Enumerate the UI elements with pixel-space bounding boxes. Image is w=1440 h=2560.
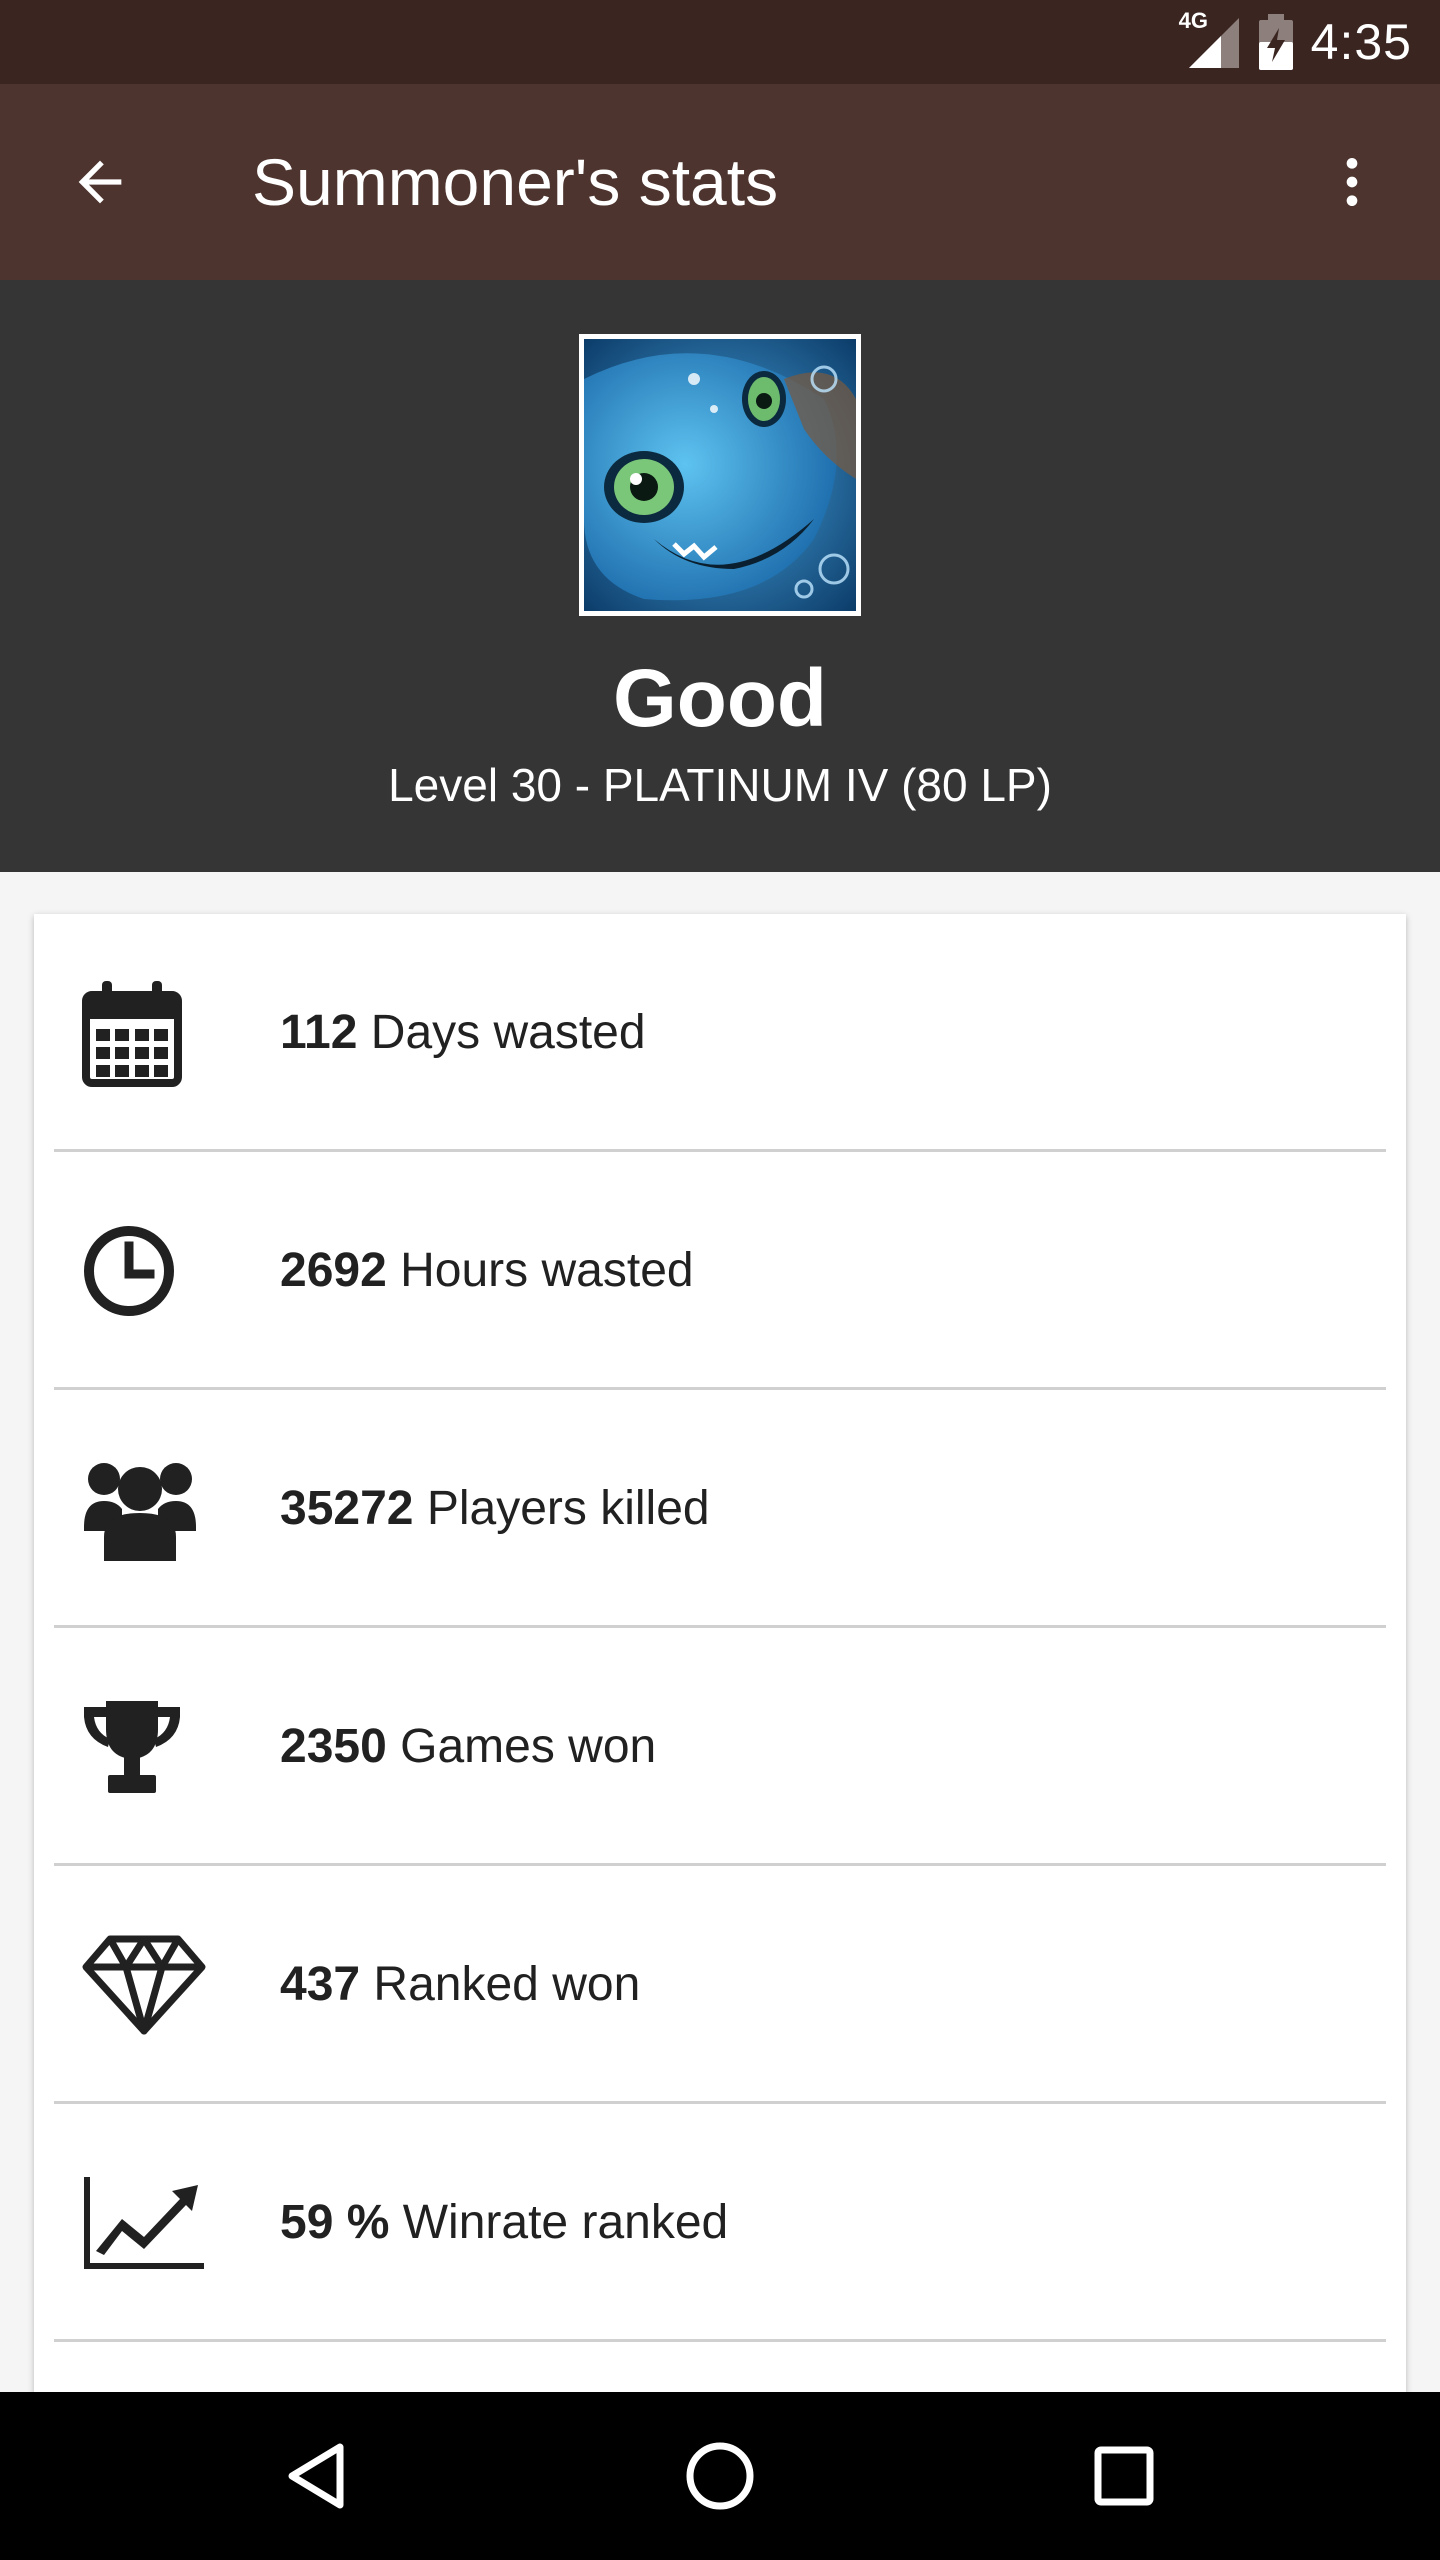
stat-row-winrate-ranked: 59 % Winrate ranked — [34, 2104, 1406, 2342]
stat-row-hours-wasted: 2692 Hours wasted — [34, 1152, 1406, 1390]
stat-row-players-killed: 35272 Players killed — [34, 1390, 1406, 1628]
back-button[interactable] — [52, 134, 148, 230]
system-nav-bar — [0, 2392, 1440, 2560]
battery-icon — [1258, 14, 1293, 70]
nav-home-button[interactable] — [640, 2392, 800, 2560]
clock-icon — [84, 1226, 174, 1316]
trophy-icon — [84, 1701, 180, 1793]
trending-up-icon — [84, 2177, 204, 2269]
arrow-left-icon — [78, 160, 122, 204]
more-vert-icon — [1346, 158, 1358, 206]
stat-label: Winrate ranked — [389, 2196, 729, 2249]
signal-icon: 4G — [1179, 8, 1241, 70]
stat-label: Days wasted — [357, 1006, 646, 1059]
calendar-icon — [82, 981, 182, 1087]
overflow-menu-button[interactable] — [1304, 134, 1400, 230]
stat-label: Hours wasted — [386, 1244, 694, 1297]
status-bar: 4G 4:35 — [0, 0, 1440, 84]
nav-recents-icon — [1094, 2446, 1154, 2506]
summoner-name: Good — [612, 653, 828, 744]
profile-header: Good Level 30 - PLATINUM IV (80 LP) — [0, 280, 1440, 872]
stat-row-ranked-won: 437 Ranked won — [34, 1866, 1406, 2104]
status-time: 4:35 — [1310, 14, 1412, 70]
stat-value: 112 — [280, 1006, 358, 1059]
group-icon — [84, 1463, 196, 1561]
stat-label: Ranked won — [360, 1958, 641, 2011]
stat-row-games-won: 2350 Games won — [34, 1628, 1406, 1866]
divider — [54, 2339, 1386, 2342]
diamond-icon — [82, 1935, 206, 2035]
stats-card: 112 Days wasted 2692 Hours wasted 35272 … — [34, 914, 1406, 2394]
stat-row-days-wasted: 112 Days wasted — [34, 914, 1406, 1152]
network-type: 4G — [1178, 8, 1209, 33]
nav-recents-button[interactable] — [1044, 2392, 1204, 2560]
stat-value: 35272 — [280, 1482, 414, 1535]
nav-back-button[interactable] — [236, 2392, 396, 2560]
nav-back-icon — [288, 2443, 344, 2509]
stat-label: Players killed — [413, 1482, 710, 1535]
stat-value: 59 % — [280, 2196, 390, 2249]
summoner-level: Level 30 - PLATINUM IV (80 LP) — [388, 759, 1052, 811]
stat-value: 437 — [280, 1958, 361, 2011]
page-title: Summoner's stats — [252, 145, 779, 219]
stat-value: 2350 — [280, 1720, 387, 1773]
stat-value: 2692 — [280, 1244, 387, 1297]
app-bar: Summoner's stats — [0, 84, 1440, 280]
nav-home-icon — [686, 2442, 754, 2510]
stat-label: Games won — [386, 1720, 657, 1773]
summoner-avatar — [579, 334, 861, 616]
